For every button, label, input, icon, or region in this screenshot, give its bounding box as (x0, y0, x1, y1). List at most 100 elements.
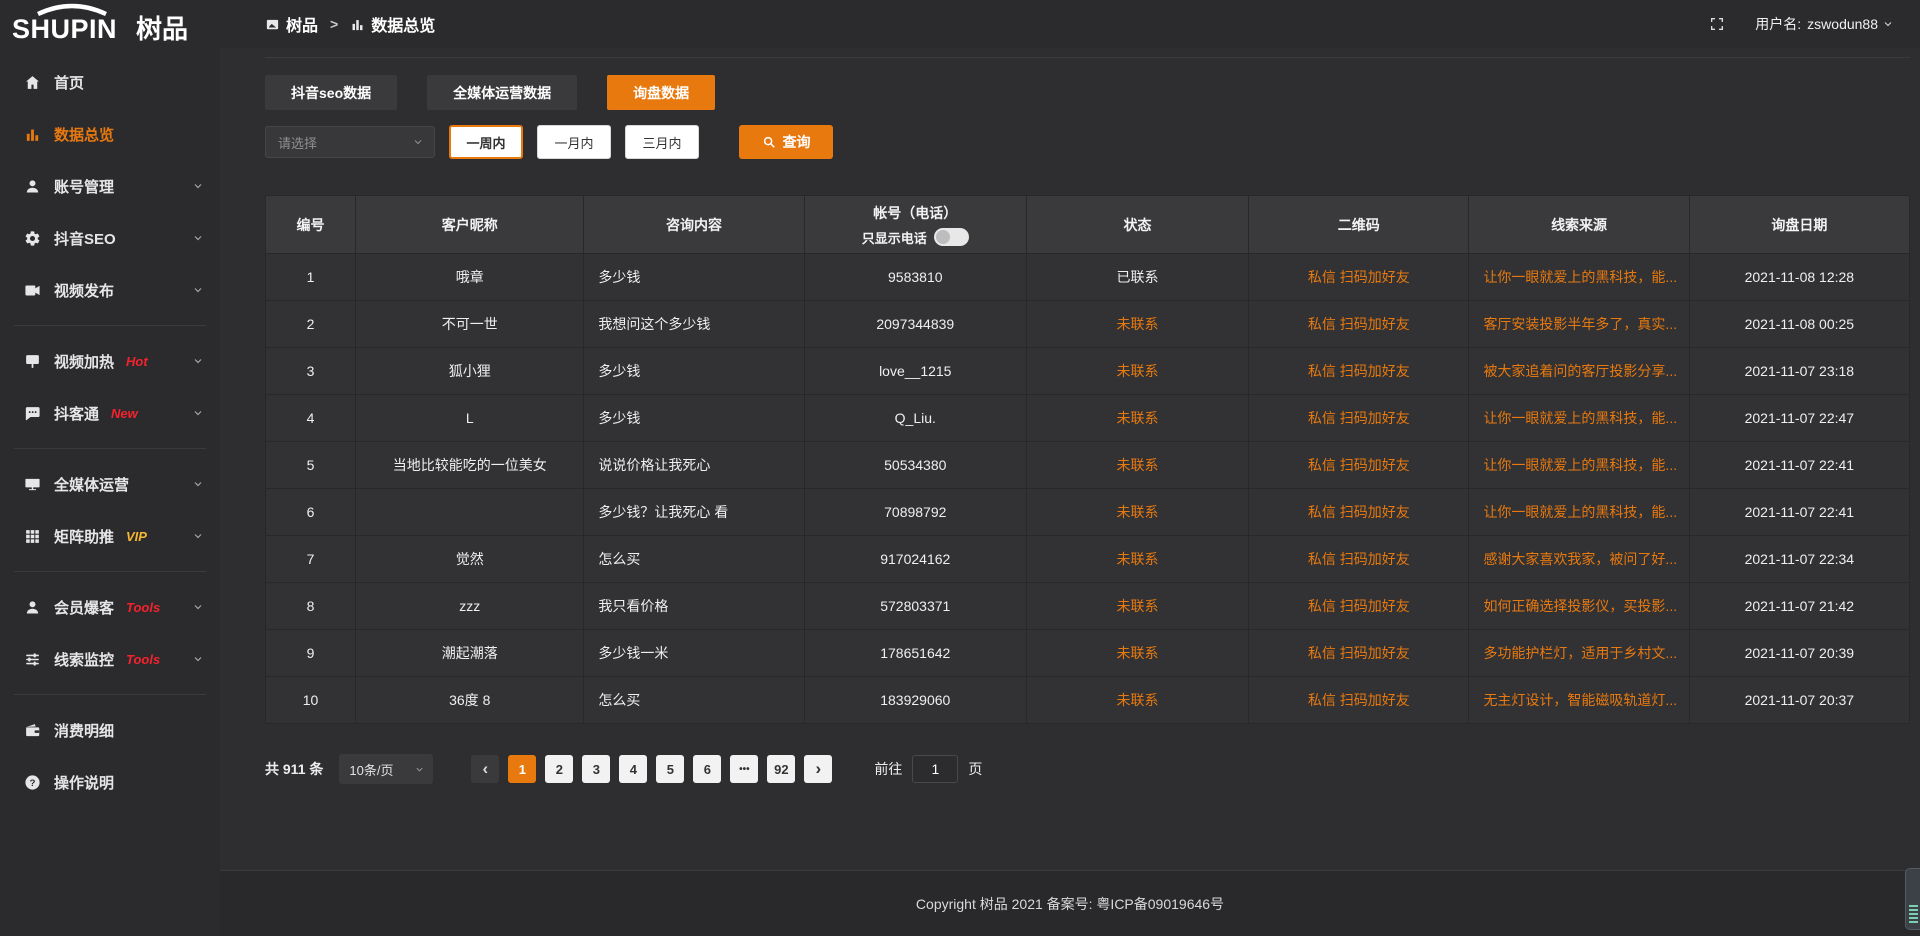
cell-source-link[interactable]: 让你一眼就爱上的黑科技，能... (1469, 254, 1689, 301)
filter-select[interactable]: 请选择 (265, 126, 435, 158)
cell-source-link[interactable]: 让你一眼就爱上的黑科技，能... (1469, 489, 1689, 536)
cell-account: 178651642 (804, 630, 1026, 677)
chevron-down-icon (192, 284, 204, 296)
logo-graphic: SHUPIN 树品 (8, 3, 200, 45)
cell-nickname: 36度 8 (356, 677, 584, 724)
logo-text-cn: 树品 (136, 14, 188, 44)
cell-qrcode-link[interactable]: 私信 扫码加好友 (1249, 536, 1469, 583)
sidebar-item-label: 抖客通 (54, 403, 99, 424)
cell-source-link[interactable]: 无主灯设计，智能磁吸轨道灯... (1469, 677, 1689, 724)
cell-status: 未联系 (1026, 489, 1248, 536)
sidebar-item-label: 矩阵助推 (54, 526, 114, 547)
range-button-one-month[interactable]: 一月内 (537, 125, 611, 159)
cell-source-link[interactable]: 被大家追着问的客厅投影分享... (1469, 348, 1689, 395)
sidebar-item-overview[interactable]: 数据总览 (0, 108, 220, 160)
cell-source-link[interactable]: 让你一眼就爱上的黑科技，能... (1469, 395, 1689, 442)
sidebar-item-clue-monitor[interactable]: 线索监控Tools (0, 633, 220, 685)
chevron-down-icon (192, 232, 204, 244)
cell-account: 183929060 (804, 677, 1026, 724)
goto-page: 前往 页 (874, 755, 982, 783)
tab-media-op-data[interactable]: 全媒体运营数据 (427, 75, 577, 110)
sidebar-divider (14, 448, 206, 449)
range-button-one-week[interactable]: 一周内 (449, 125, 523, 159)
page-button-5[interactable]: 5 (656, 755, 684, 783)
cell-source-link[interactable]: 让你一眼就爱上的黑科技，能... (1469, 442, 1689, 489)
sidebar-item-video-publish[interactable]: 视频发布 (0, 264, 220, 316)
sidebar-item-label: 数据总览 (54, 124, 114, 145)
filter-select-placeholder: 请选择 (278, 133, 317, 152)
cell-source-link[interactable]: 如何正确选择投影仪，买投影... (1469, 583, 1689, 630)
page-button-1[interactable]: 1 (508, 755, 536, 783)
sidebar-item-matrix-boost[interactable]: 矩阵助推VIP (0, 510, 220, 562)
sidebar-item-expense-detail[interactable]: 消费明细 (0, 704, 220, 756)
sidebar-item-account[interactable]: 账号管理 (0, 160, 220, 212)
cell-qrcode-link[interactable]: 私信 扫码加好友 (1249, 677, 1469, 724)
cell-no: 10 (266, 677, 356, 724)
cell-qrcode-link[interactable]: 私信 扫码加好友 (1249, 630, 1469, 677)
page-size-value: 10条/页 (349, 760, 393, 779)
cell-qrcode-link[interactable]: 私信 扫码加好友 (1249, 442, 1469, 489)
range-button-three-months[interactable]: 三月内 (625, 125, 699, 159)
breadcrumb-home[interactable]: 树品 (286, 12, 318, 36)
col-header-qrcode: 二维码 (1249, 196, 1469, 254)
username-value[interactable]: zswodun88 (1807, 16, 1878, 32)
cell-qrcode-link[interactable]: 私信 扫码加好友 (1249, 489, 1469, 536)
tab-inquiry-data[interactable]: 询盘数据 (607, 75, 715, 110)
pagination: 共 911 条 10条/页 ‹ 123456•••92 › 前往 页 (265, 754, 1910, 784)
cell-nickname: 潮起潮落 (356, 630, 584, 677)
col-header-no: 编号 (266, 196, 356, 254)
page-button-92[interactable]: 92 (767, 755, 795, 783)
sidebar-item-badge: Tools (126, 652, 160, 667)
table-row: 2不可一世我想问这个多少钱2097344839未联系私信 扫码加好友客厅安装投影… (266, 301, 1910, 348)
sidebar-item-douyin-seo[interactable]: 抖音SEO (0, 212, 220, 264)
cell-qrcode-link[interactable]: 私信 扫码加好友 (1249, 395, 1469, 442)
prev-page-button[interactable]: ‹ (471, 755, 499, 783)
cell-nickname: 哦章 (356, 254, 584, 301)
col-header-source: 线索来源 (1469, 196, 1689, 254)
cell-qrcode-link[interactable]: 私信 扫码加好友 (1249, 348, 1469, 395)
cell-qrcode-link[interactable]: 私信 扫码加好友 (1249, 583, 1469, 630)
goto-unit: 页 (968, 759, 982, 779)
cell-content: 多少钱一米 (584, 630, 804, 677)
goto-page-input[interactable] (912, 755, 958, 783)
sidebar-item-video-heat[interactable]: 视频加热Hot (0, 335, 220, 387)
phone-only-toggle[interactable] (934, 228, 969, 246)
page-ellipsis-button[interactable]: ••• (730, 755, 758, 783)
sidebar-divider (14, 571, 206, 572)
sidebar: SHUPIN 树品 首页数据总览账号管理抖音SEO视频发布视频加热Hot抖客通N… (0, 0, 220, 936)
cell-source-link[interactable]: 多功能护栏灯，适用于乡村文... (1469, 630, 1689, 677)
topbar: 树品 > 数据总览 用户名: zswodun88 (220, 0, 1920, 48)
cell-status: 已联系 (1026, 254, 1248, 301)
sidebar-item-omni-media[interactable]: 全媒体运营 (0, 458, 220, 510)
cell-date: 2021-11-07 23:18 (1689, 348, 1909, 395)
page-size-select[interactable]: 10条/页 (339, 754, 433, 784)
next-page-button[interactable]: › (804, 755, 832, 783)
page-button-4[interactable]: 4 (619, 755, 647, 783)
grid-icon (24, 528, 41, 545)
sidebar-item-home[interactable]: 首页 (0, 56, 220, 108)
page-button-3[interactable]: 3 (582, 755, 610, 783)
fullscreen-icon[interactable] (1709, 16, 1725, 32)
filter-row: 请选择 一周内一月内三月内 查询 (265, 125, 1910, 159)
wallet-icon (24, 722, 41, 739)
cell-source-link[interactable]: 感谢大家喜欢我家，被问了好... (1469, 536, 1689, 583)
app-root: SHUPIN 树品 首页数据总览账号管理抖音SEO视频发布视频加热Hot抖客通N… (0, 0, 1920, 936)
floating-widget[interactable] (1905, 868, 1920, 930)
cell-source-link[interactable]: 客厅安装投影半年多了，真实... (1469, 301, 1689, 348)
search-button[interactable]: 查询 (739, 125, 833, 159)
sidebar-item-douketong[interactable]: 抖客通New (0, 387, 220, 439)
sidebar-item-member-burst[interactable]: 会员爆客Tools (0, 581, 220, 633)
tab-douyin-seo-data[interactable]: 抖音seo数据 (265, 75, 397, 110)
cell-qrcode-link[interactable]: 私信 扫码加好友 (1249, 301, 1469, 348)
page-button-2[interactable]: 2 (545, 755, 573, 783)
table-row: 1036度 8怎么买183929060未联系私信 扫码加好友无主灯设计，智能磁吸… (266, 677, 1910, 724)
chevron-down-icon[interactable] (1882, 18, 1894, 30)
page-button-6[interactable]: 6 (693, 755, 721, 783)
logo: SHUPIN 树品 (0, 0, 220, 48)
cell-qrcode-link[interactable]: 私信 扫码加好友 (1249, 254, 1469, 301)
cell-no: 1 (266, 254, 356, 301)
sidebar-item-help[interactable]: ?操作说明 (0, 756, 220, 808)
cell-no: 9 (266, 630, 356, 677)
monitor-icon (24, 476, 41, 493)
member-icon (24, 599, 41, 616)
